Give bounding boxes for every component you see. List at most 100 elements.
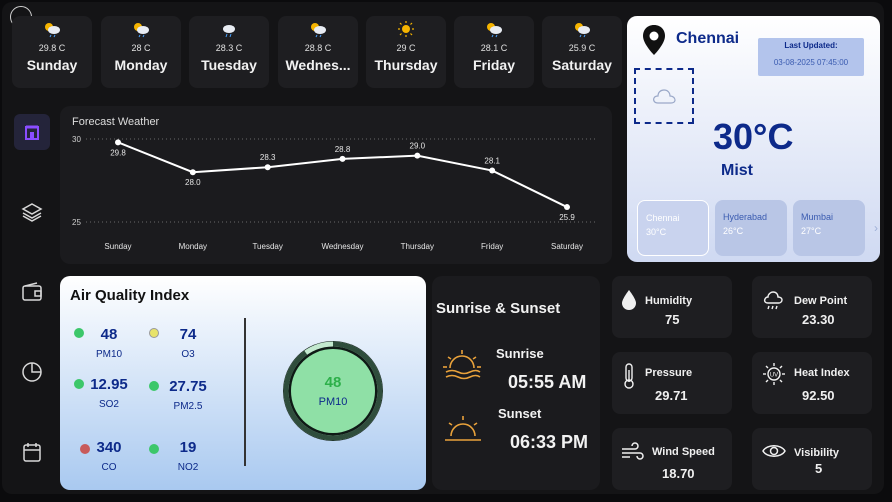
data-label: 28.1	[484, 157, 500, 166]
aqi-item: 340 CO	[77, 439, 141, 473]
aqi-item: 74 O3	[156, 326, 220, 360]
day-temp: 29 C	[396, 43, 416, 53]
last-updated-label: Last Updated:	[784, 41, 838, 50]
aqi-value: 340	[96, 439, 122, 456]
data-label: 28.3	[260, 153, 276, 162]
metric-label: Pressure	[645, 367, 693, 379]
cloud-icon	[653, 89, 676, 104]
x-tick-label: Thursday	[401, 242, 434, 251]
city-name: Chennai	[676, 30, 740, 47]
aqi-title: Air Quality Index	[70, 287, 190, 304]
city-tile[interactable]: Mumbai 27°C	[793, 200, 865, 256]
aqi-label: CO	[101, 462, 117, 473]
aqi-value: 48	[100, 326, 118, 343]
forecast-chart-panel: Forecast Weather 30 25 29.8 Sunday 28.0 Monda…	[60, 106, 612, 264]
aqi-item: 27.75 PM2.5	[156, 378, 220, 412]
wind-speed-card: Wind Speed 18.70	[612, 428, 732, 490]
x-tick-label: Sunday	[104, 242, 131, 251]
app-window: ← 29.8 C Sunday 28 C Monday 28.3 C Tuesd…	[2, 2, 884, 494]
city-tile[interactable]: Hyderabad 26°C	[715, 200, 787, 256]
aqi-label: PM2.5	[173, 401, 203, 412]
day-temp: 28.1 C	[480, 43, 508, 53]
city-tile-name: Chennai	[646, 213, 680, 223]
city-tile-temp: 27°C	[801, 226, 822, 236]
city-tile-temp: 26°C	[723, 226, 744, 236]
data-label: 28.8	[335, 145, 351, 154]
data-point	[189, 169, 196, 176]
data-point	[264, 164, 271, 171]
aqi-item: 19 NO2	[156, 439, 220, 473]
layers-icon[interactable]	[14, 194, 50, 230]
sunrise-icon	[442, 348, 482, 387]
aqi-value: 19	[179, 439, 197, 456]
partly-sunny-rain-icon	[101, 20, 181, 40]
sunrise-label: Sunrise	[496, 346, 544, 361]
day-name: Monday	[114, 57, 168, 73]
day-temp: 25.9 C	[568, 43, 596, 53]
day-card[interactable]: 28.3 C Tuesday	[189, 16, 269, 88]
data-point	[564, 204, 570, 211]
x-tick-label: Tuesday	[252, 242, 282, 251]
sunset-time: 06:33 PM	[510, 432, 589, 452]
city-card: Chennai Last Updated: 03-08-2025 07:45:0…	[627, 16, 880, 262]
pressure-card: Pressure 29.71	[612, 352, 732, 414]
metric-label: Visibility	[794, 447, 840, 459]
x-tick-label: Wednesday	[321, 242, 363, 251]
home-icon[interactable]	[14, 114, 50, 150]
day-card[interactable]: 28.1 C Friday	[454, 16, 534, 88]
cloud-drizzle-icon	[762, 290, 784, 317]
current-condition: Mist	[721, 162, 753, 179]
day-name: Thursday	[374, 57, 438, 73]
day-temp: 29.8 C	[38, 43, 66, 53]
y-tick-label: 25	[72, 218, 81, 227]
last-updated-box: Last Updated: 03-08-2025 07:45:00	[758, 38, 864, 76]
visibility-card: Visibility 5	[752, 428, 872, 490]
city-tile-name: Hyderabad	[723, 212, 768, 222]
last-updated-value: 03-08-2025 07:45:00	[773, 58, 849, 67]
day-card[interactable]: 29 C Thursday	[366, 16, 446, 88]
calendar-icon[interactable]	[14, 434, 50, 470]
sun-title: Sunrise & Sunset	[436, 300, 561, 317]
day-card[interactable]: 28 C Monday	[101, 16, 181, 88]
metric-value: 18.70	[662, 466, 695, 481]
data-label: 28.0	[185, 178, 201, 187]
partly-sunny-rain-icon	[542, 20, 622, 40]
x-tick-label: Monday	[179, 242, 207, 251]
sunset-icon	[444, 414, 482, 449]
metric-label: Heat Index	[794, 367, 850, 379]
day-temp: 28 C	[131, 43, 151, 53]
aqi-value: 27.75	[169, 378, 207, 395]
day-name: Sunday	[26, 57, 78, 73]
humidity-card: Humidity 75	[612, 276, 732, 338]
gauge-label: PM10	[318, 396, 348, 408]
divider	[244, 318, 246, 466]
day-card[interactable]: 25.9 C Saturday	[542, 16, 622, 88]
aqi-value: 12.95	[90, 376, 128, 393]
metric-value: 92.50	[802, 388, 835, 403]
uv-sun-icon: UV	[762, 362, 786, 391]
aqi-item: 48 PM10	[77, 326, 141, 360]
aqi-label: O3	[181, 349, 195, 360]
sunset-label: Sunset	[498, 406, 542, 421]
dew-point-card: Dew Point 23.30	[752, 276, 872, 338]
day-temp: 28.3 C	[215, 43, 243, 53]
current-temperature: 30°C	[713, 116, 794, 157]
x-tick-label: Friday	[481, 242, 503, 251]
thermometer-icon	[622, 362, 636, 395]
city-tile[interactable]: Chennai 30°C	[637, 200, 709, 256]
pie-chart-icon[interactable]	[14, 354, 50, 390]
day-card[interactable]: 29.8 C Sunday	[12, 16, 92, 88]
aqi-label: SO2	[98, 399, 119, 410]
partly-sunny-rain-icon	[12, 20, 92, 40]
city-tile-name: Mumbai	[801, 212, 834, 222]
chevron-right-icon[interactable]: ›	[874, 221, 878, 235]
aqi-item: 12.95 SO2	[77, 376, 141, 410]
metric-value: 23.30	[802, 312, 835, 327]
aqi-label: PM10	[95, 349, 123, 360]
metric-value: 75	[665, 312, 680, 327]
wallet-icon[interactable]	[14, 274, 50, 310]
day-card[interactable]: 28.8 C Wednes...	[278, 16, 358, 88]
droplet-icon	[620, 288, 638, 317]
data-point	[339, 155, 346, 162]
data-point	[489, 167, 496, 174]
